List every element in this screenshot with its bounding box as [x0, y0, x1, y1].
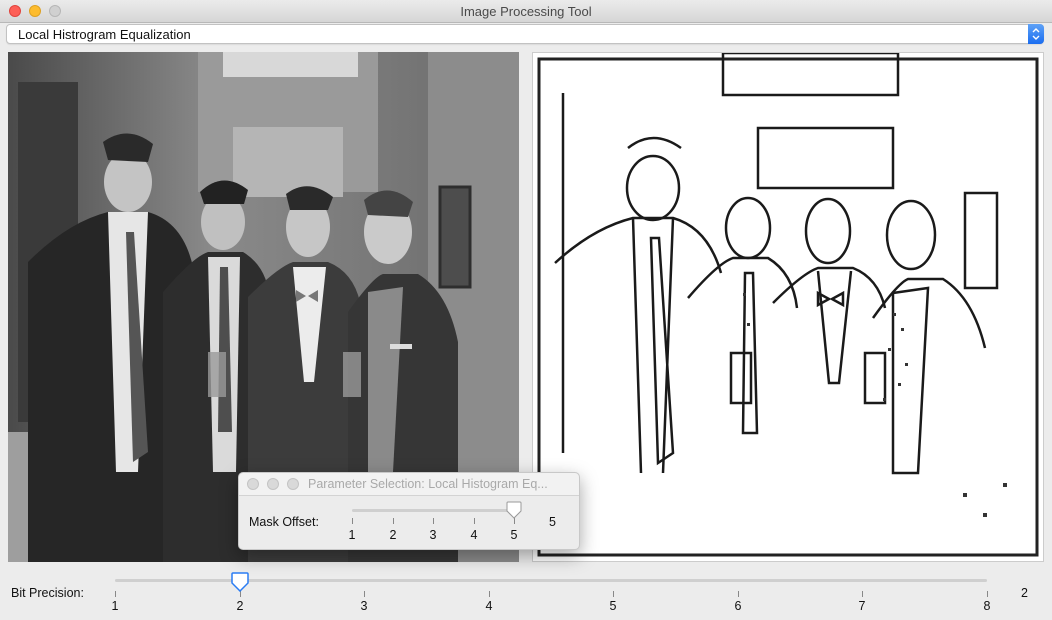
bit-precision-tick: [738, 591, 739, 597]
bit-precision-tick-label: 4: [485, 599, 493, 613]
bit-precision-tick: [987, 591, 988, 597]
bit-precision-tick: [862, 591, 863, 597]
bit-precision-tick-label: 8: [983, 599, 991, 613]
bit-precision-label: Bit Precision:: [11, 586, 84, 600]
dialog-close-icon[interactable]: [247, 478, 259, 490]
bit-precision-value: 2: [1021, 586, 1028, 600]
mask-offset-thumb[interactable]: [506, 501, 522, 524]
mask-offset-tick: [352, 518, 353, 524]
mask-offset-tick-label: 4: [470, 528, 478, 542]
bit-precision-tick-label: 7: [858, 599, 866, 613]
bit-precision-tick-label: 1: [111, 599, 119, 613]
parameter-dialog[interactable]: Parameter Selection: Local Histogram Eq.…: [238, 472, 580, 550]
window-title: Image Processing Tool: [460, 4, 592, 19]
mask-offset-tick: [433, 518, 434, 524]
mask-offset-track[interactable]: [352, 509, 514, 512]
dialog-minimize-icon[interactable]: [267, 478, 279, 490]
up-down-chevron-icon[interactable]: [1028, 24, 1044, 44]
processed-image-pane: [532, 52, 1044, 562]
bit-precision-tick: [115, 591, 116, 597]
mask-offset-tick-label: 1: [348, 528, 356, 542]
bit-precision-tick: [364, 591, 365, 597]
bit-precision-thumb[interactable]: [230, 572, 249, 597]
bit-precision-tick-label: 5: [609, 599, 617, 613]
processed-photo: [533, 53, 1043, 561]
bit-precision-tick-label: 6: [734, 599, 742, 613]
mask-offset-tick: [474, 518, 475, 524]
mask-offset-tick: [393, 518, 394, 524]
mode-dropdown-value: Local Histrogram Equalization: [18, 27, 191, 42]
mask-offset-tick-label: 5: [510, 528, 518, 542]
bit-precision-tick-label: 2: [236, 599, 244, 613]
dialog-maximize-icon[interactable]: [287, 478, 299, 490]
mask-offset-label: Mask Offset:: [249, 515, 319, 529]
mask-offset-tick-label: 2: [389, 528, 397, 542]
bit-precision-tick: [613, 591, 614, 597]
mask-offset-value: 5: [549, 515, 556, 529]
dialog-titlebar[interactable]: Parameter Selection: Local Histogram Eq.…: [239, 473, 579, 496]
mode-dropdown[interactable]: Local Histrogram Equalization: [6, 24, 1044, 44]
bit-precision-tick-label: 3: [360, 599, 368, 613]
mask-offset-tick-label: 3: [429, 528, 437, 542]
bit-precision-tick: [489, 591, 490, 597]
window-titlebar: Image Processing Tool: [0, 0, 1052, 23]
dialog-title: Parameter Selection: Local Histogram Eq.…: [308, 477, 548, 491]
